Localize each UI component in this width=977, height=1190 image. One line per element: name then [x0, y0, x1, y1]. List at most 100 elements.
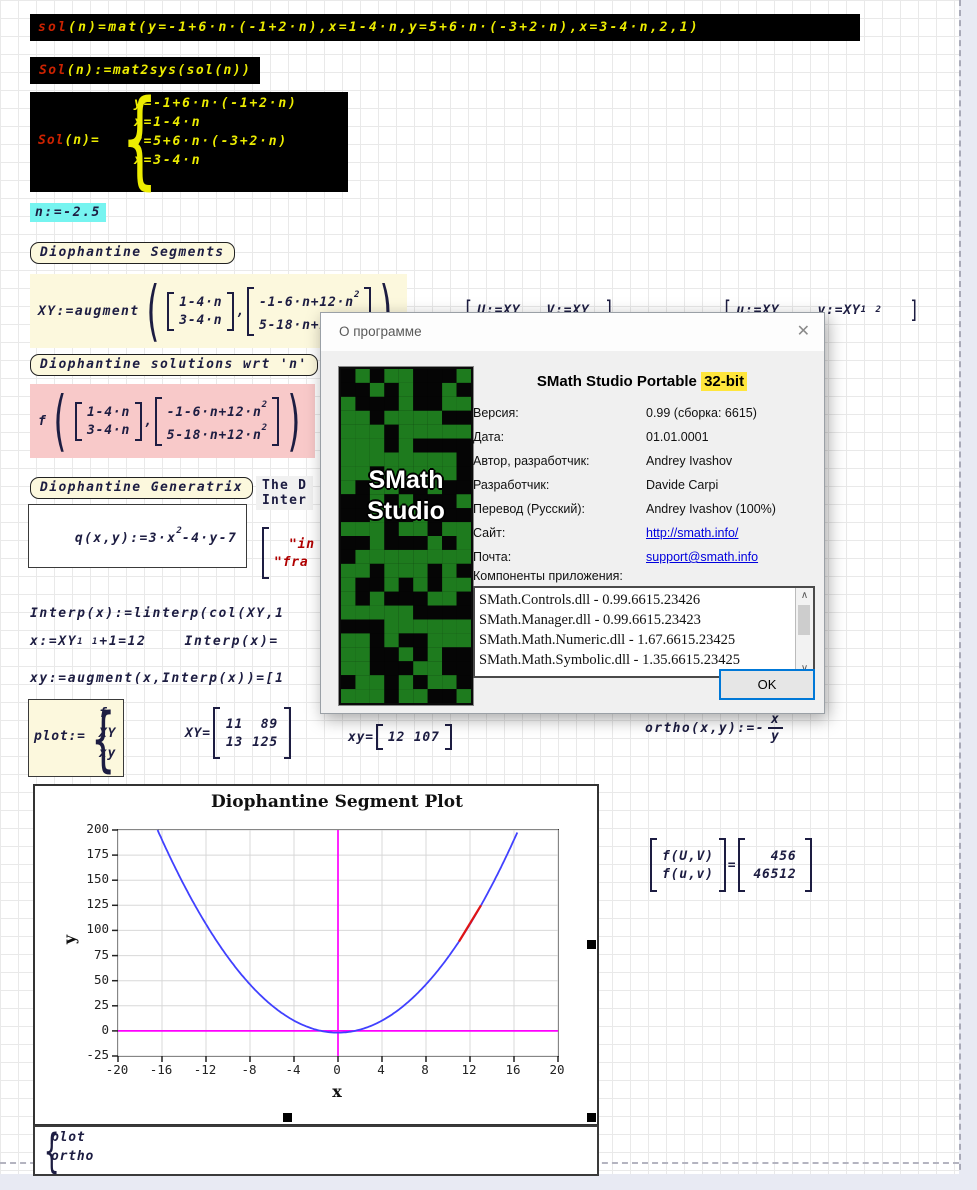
info-row-date: Дата:01.01.0001	[473, 425, 815, 449]
expression-x-assignment[interactable]: x:=XY 1 1 +1=12 Interp(x)=	[30, 634, 279, 649]
components-listbox[interactable]: SMath.Controls.dll - 0.99.6615.23426 SMa…	[473, 586, 815, 678]
XY-cell-11: 11	[226, 717, 243, 732]
site-link[interactable]: http://smath.info/	[646, 526, 815, 540]
matrix-bracket-left	[155, 397, 162, 446]
expression-f-solutions[interactable]: f ( 1-4·n 3-4·n , -1-6·n+12·n2 5-18·n+12…	[30, 384, 315, 458]
Sol-system-name: Sol	[38, 133, 64, 148]
info-row-developer: Разработчик:Davide Carpi	[473, 473, 815, 497]
smath-logo-text: SMath Studio	[341, 465, 471, 527]
fUV-value-2: 46512	[753, 867, 796, 882]
component-item[interactable]: SMath.Controls.dll - 0.99.6615.23426	[479, 590, 793, 610]
matrix-bracket-left	[650, 838, 657, 892]
ortho-fraction: x y	[768, 712, 783, 744]
y-tick-label: 175	[71, 846, 109, 861]
comma: ,	[236, 304, 245, 319]
resize-handle-right[interactable]	[587, 940, 596, 949]
resize-handle-bottom[interactable]	[283, 1113, 292, 1122]
y-tick-label: -25	[71, 1047, 109, 1062]
about-dialog: О программе ✕ SMath Studio SMath Studio …	[320, 312, 825, 714]
label-diophantine-generatrix[interactable]: Diophantine Generatrix	[30, 477, 253, 499]
component-item[interactable]: SMath.Math.Numeric.dll - 1.67.6615.23425	[479, 630, 793, 650]
expression-q-definition[interactable]: q(x,y):=3·x2-4·y-7	[28, 504, 247, 568]
listbox-scrollbar[interactable]: ∧ ∨	[795, 588, 813, 676]
dialog-heading: SMath Studio Portable 32-bit	[471, 373, 813, 390]
expression-XY-result[interactable]: XY= 11 89 13 125	[185, 707, 293, 759]
bracket-close: ]	[910, 296, 917, 324]
scroll-up-icon[interactable]: ∧	[796, 588, 813, 603]
label-diophantine-solutions[interactable]: Diophantine solutions wrt 'n'	[30, 354, 318, 376]
plot-input-region[interactable]: { plot ortho	[33, 1125, 599, 1176]
matrix-bracket-left	[376, 724, 383, 750]
open-paren: (	[146, 278, 159, 344]
expression-xy-result[interactable]: xy= 12 107	[348, 724, 454, 750]
plot-input-row-1: plot	[51, 1130, 94, 1145]
info-row-email: Почта:support@smath.info	[473, 545, 815, 569]
matrix-bracket-left	[75, 402, 82, 441]
xy-mat1-row2: 3-4·n	[179, 313, 222, 328]
info-row-version: Версия:0.99 (сборка: 6615)	[473, 401, 815, 425]
x-tick-label: 8	[403, 1062, 447, 1077]
x-axis-label: x	[117, 1082, 557, 1101]
XY-cell-21: 13	[226, 735, 243, 750]
scrollbar-thumb[interactable]	[798, 605, 810, 635]
system-eq-4: x=3-4·n	[134, 153, 298, 168]
system-eq-3: y=5+6·n·(-3+2·n)	[134, 134, 298, 149]
expression-xy-assignment[interactable]: xy:=augment(x,Interp(x))=[1	[30, 671, 285, 686]
note-line-1: The D	[262, 478, 307, 493]
fUV-value-1: 456	[771, 849, 797, 864]
label-diophantine-segments[interactable]: Diophantine Segments	[30, 242, 235, 264]
matrix-bracket-right	[719, 838, 726, 892]
expression-n-assignment[interactable]: n:=-2.5	[30, 203, 106, 222]
expression-plot-definition[interactable]: plot:= { f XY xy	[28, 699, 124, 777]
dialog-title-bar[interactable]: О программе ✕	[321, 313, 824, 351]
smath-worksheet: sol(n)=mat(y=-1+6·n·(-1+2·n),x=1-4·n,y=5…	[0, 0, 977, 1190]
expression-sol-definition[interactable]: sol(n)=mat(y=-1+6·n·(-1+2·n),x=1-4·n,y=5…	[30, 14, 860, 41]
component-item[interactable]: SMath.Math.Symbolic.dll - 1.35.6615.2342…	[479, 650, 793, 670]
XY-cell-22: 125	[252, 735, 278, 750]
resize-handle-corner[interactable]	[587, 1113, 596, 1122]
x-tick-label: -16	[139, 1062, 183, 1077]
y-tick-label: 50	[71, 972, 109, 987]
open-paren: (	[54, 388, 67, 454]
expression-string-matrix[interactable]: "in "fra	[262, 527, 320, 579]
expression-Sol-system[interactable]: Sol(n)= { y=-1+6·n·(-1+2·n) x=1-4·n y=5+…	[30, 92, 348, 192]
xy-mat2-row1: -1-6·n+12·n2	[259, 290, 359, 310]
fUV-row-1: f(U,V)	[662, 849, 714, 864]
component-item[interactable]: SMath.Manager.dll - 0.99.6615.23423	[479, 610, 793, 630]
f-mat1-row2: 3-4·n	[87, 423, 130, 438]
ortho-lead: ortho(x,y):=-	[645, 721, 765, 736]
x-assign-pre: x:=XY	[30, 634, 77, 649]
plot-def-row-2: XY	[99, 726, 116, 741]
matrix-bracket-left	[167, 292, 174, 331]
system-eq-2: x=1-4·n	[134, 115, 298, 130]
x-assign-mid: +1=12	[99, 634, 146, 649]
ok-button[interactable]: OK	[719, 669, 815, 700]
page-margin-bottom	[0, 1174, 977, 1190]
note-line-2: Inter	[262, 493, 307, 508]
y-tick-label: 200	[71, 821, 109, 836]
email-link[interactable]: support@smath.info	[646, 550, 815, 564]
page-margin-right	[959, 0, 977, 1190]
x-tick-label: 4	[359, 1062, 403, 1077]
x-tick-label: 12	[447, 1062, 491, 1077]
expression-interp-definition[interactable]: Interp(x):=linterp(col(XY,1	[30, 606, 285, 621]
info-row-site: Сайт:http://smath.info/	[473, 521, 815, 545]
sol-function-body: (n)=mat(y=-1+6·n·(-1+2·n),x=1-4·n,y=5+6·…	[68, 20, 700, 35]
diophantine-plot-region[interactable]: Diophantine Segment Plot y x 20017515012…	[33, 784, 599, 1126]
matrix-bracket-left	[213, 707, 220, 759]
Sol-function-body: (n):=mat2sys(sol(n))	[67, 63, 252, 78]
plot-input-row-2: ortho	[51, 1149, 94, 1164]
q-post: -4·y-7	[182, 531, 237, 546]
x-tick-label: 0	[315, 1062, 359, 1077]
close-icon[interactable]: ✕	[797, 321, 810, 341]
expression-ortho-definition[interactable]: ortho(x,y):=- x y	[645, 712, 783, 744]
plot-def-row-1: f	[99, 706, 116, 721]
string-row-1: "in	[274, 537, 315, 552]
expression-fUV-result[interactable]: f(U,V) f(u,v) = 456 46512	[648, 838, 814, 892]
matrix-bracket-right	[284, 707, 291, 759]
y-tick-label: 0	[71, 1022, 109, 1037]
xy-augment-lead: XY:=augment	[38, 304, 140, 319]
matrix-bracket-left	[247, 287, 254, 336]
y-tick-label: 150	[71, 871, 109, 886]
note-text[interactable]: The D Inter	[256, 476, 313, 510]
